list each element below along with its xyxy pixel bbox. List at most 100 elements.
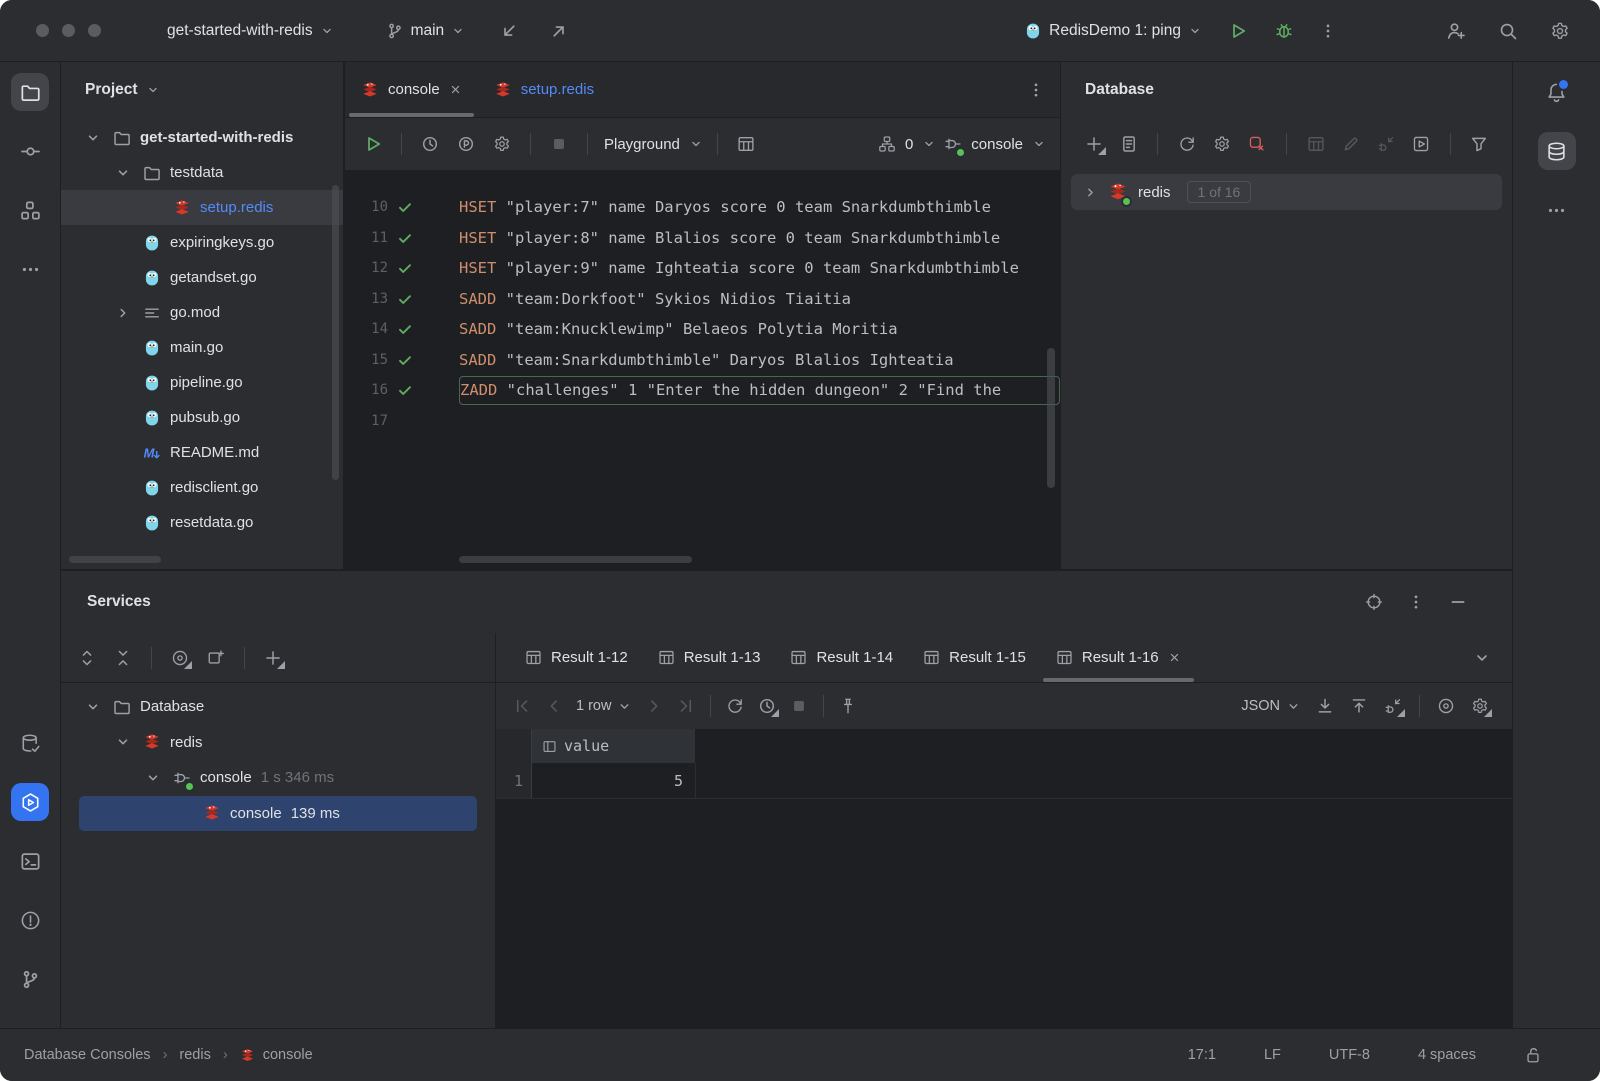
result-view-options-button[interactable]: [1432, 692, 1460, 720]
close-tab-icon[interactable]: [449, 83, 462, 96]
reload-page-button[interactable]: [721, 692, 749, 720]
pin-tab-button[interactable]: [834, 692, 862, 720]
attach-console-button[interactable]: [1373, 130, 1398, 158]
lock-open-icon[interactable]: [1524, 1046, 1542, 1064]
export-data-button[interactable]: [1311, 692, 1339, 720]
project-tree-item-setup-redis[interactable]: setup.redis: [61, 190, 343, 225]
column-header-value[interactable]: value: [532, 729, 696, 763]
editor-line-11[interactable]: 11HSET "player:8" name Blalios score 0 t…: [345, 223, 1060, 254]
services-options-button[interactable]: [1402, 588, 1430, 616]
project-tree-item-resetdata-go[interactable]: resetdata.go: [61, 505, 343, 540]
modify-button[interactable]: [1338, 130, 1363, 158]
disconnect-button[interactable]: [1245, 130, 1270, 158]
chevron-down-icon[interactable]: [145, 770, 163, 786]
datasource-row-redis[interactable]: redis 1 of 16: [1071, 174, 1502, 210]
code-with-me-button[interactable]: [1442, 17, 1470, 45]
previous-page-button[interactable]: [540, 692, 568, 720]
chevron-down-icon[interactable]: [85, 699, 103, 715]
search-everywhere-button[interactable]: [1494, 17, 1522, 45]
project-tree-item-redisclient-go[interactable]: redisclient.go: [61, 470, 343, 505]
project-selector[interactable]: get-started-with-redis: [167, 22, 334, 40]
result-settings-button[interactable]: [1466, 692, 1494, 720]
project-tree-item-pubsub-go[interactable]: pubsub.go: [61, 400, 343, 435]
tool-database-consoles-button[interactable]: [11, 724, 49, 762]
table-row[interactable]: 15: [496, 763, 1512, 799]
add-service-button[interactable]: [259, 644, 287, 672]
scroll-to-source-button[interactable]: [1360, 588, 1388, 616]
editor-line-15[interactable]: 15SADD "team:Snarkdumbthimble" Daryos Bl…: [345, 345, 1060, 376]
run-button[interactable]: [1224, 17, 1252, 45]
breadcrumb-item-console[interactable]: console: [240, 1047, 313, 1063]
page-size-selector[interactable]: 1 row: [576, 698, 632, 714]
expand-all-button[interactable]: [73, 644, 101, 672]
project-tree-item-go-mod[interactable]: go.mod: [61, 295, 343, 330]
import-data-button[interactable]: [1345, 692, 1373, 720]
datasource-properties-button[interactable]: [1116, 130, 1141, 158]
chevron-right-icon[interactable]: [115, 305, 133, 321]
tool-terminal-button[interactable]: [11, 842, 49, 880]
result-tab-result-1-12[interactable]: Result 1-12: [510, 633, 643, 682]
services-tree-item-console[interactable]: console1 s 346 ms: [61, 760, 495, 796]
new-datasource-button[interactable]: [1081, 130, 1106, 158]
tool-problems-button[interactable]: [11, 901, 49, 939]
editor-tab-console[interactable]: console: [345, 62, 478, 117]
close-tab-icon[interactable]: [1168, 651, 1181, 664]
editor-line-17[interactable]: 17: [345, 406, 1060, 437]
result-history-button[interactable]: [753, 692, 781, 720]
zoom-window-button[interactable]: [88, 24, 101, 37]
editor-horizontal-scrollbar[interactable]: [459, 556, 692, 563]
hide-services-button[interactable]: [1444, 588, 1472, 616]
project-tree-item-pipeline-go[interactable]: pipeline.go: [61, 365, 343, 400]
jump-to-console-button[interactable]: [1409, 130, 1434, 158]
session-selector[interactable]: console: [944, 135, 1046, 153]
line-separator[interactable]: LF: [1264, 1047, 1281, 1063]
project-tree-item-getandset-go[interactable]: getandset.go: [61, 260, 343, 295]
execution-history-button[interactable]: [416, 130, 444, 158]
editor-tab-options-button[interactable]: [1022, 76, 1050, 104]
services-tree-item-redis[interactable]: redis: [61, 725, 495, 761]
database-settings-button[interactable]: [1210, 130, 1235, 158]
open-in-new-tab-button[interactable]: [202, 644, 230, 672]
data-extractor-selector[interactable]: JSON: [1241, 698, 1301, 714]
project-tree-item-readme-md[interactable]: MREADME.md: [61, 435, 343, 470]
breadcrumb-item-redis[interactable]: redis: [179, 1047, 210, 1063]
chevron-down-icon[interactable]: [115, 734, 133, 750]
breadcrumb-item-database-consoles[interactable]: Database Consoles: [24, 1047, 151, 1063]
more-run-actions-button[interactable]: [1314, 17, 1342, 45]
indent-style[interactable]: 4 spaces: [1418, 1047, 1476, 1063]
project-tree-item-testdata[interactable]: testdata: [61, 155, 343, 190]
debug-button[interactable]: [1270, 17, 1298, 45]
result-tab-result-1-16[interactable]: Result 1-16: [1041, 633, 1196, 682]
settings-button[interactable]: [1546, 17, 1574, 45]
next-page-button[interactable]: [640, 692, 668, 720]
editor-content[interactable]: 10HSET "player:7" name Daryos score 0 te…: [345, 170, 1060, 569]
project-tree-item-main-go[interactable]: main.go: [61, 330, 343, 365]
project-horizontal-scrollbar[interactable]: [69, 556, 161, 563]
chevron-down-icon[interactable]: [115, 165, 133, 181]
project-panel-header[interactable]: Project: [61, 62, 343, 118]
editor-line-16[interactable]: 16ZADD "challenges" 1 "Enter the hidden …: [345, 375, 1060, 406]
minimize-window-button[interactable]: [62, 24, 75, 37]
editor-tab-setup-redis[interactable]: setup.redis: [478, 62, 610, 117]
parameters-button[interactable]: [452, 130, 480, 158]
close-window-button[interactable]: [36, 24, 49, 37]
tx-isolation-selector[interactable]: 0: [878, 135, 936, 153]
view-options-button[interactable]: [166, 644, 194, 672]
editor-line-10[interactable]: 10HSET "player:7" name Daryos score 0 te…: [345, 192, 1060, 223]
collapse-all-button[interactable]: [109, 644, 137, 672]
last-page-button[interactable]: [672, 692, 700, 720]
caret-position[interactable]: 17:1: [1188, 1047, 1216, 1063]
project-vertical-scrollbar[interactable]: [332, 185, 339, 480]
editor-line-13[interactable]: 13SADD "team:Dorkfoot" Sykios Nidios Tia…: [345, 284, 1060, 315]
attach-session-button[interactable]: [1379, 692, 1407, 720]
services-tree-item-console[interactable]: console139 ms: [79, 796, 477, 832]
stop-query-button[interactable]: [785, 692, 813, 720]
result-tab-result-1-14[interactable]: Result 1-14: [775, 633, 908, 682]
branch-selector[interactable]: main: [386, 22, 466, 40]
filter-button[interactable]: [1467, 130, 1492, 158]
refresh-button[interactable]: [1174, 130, 1199, 158]
tool-commit-button[interactable]: [11, 132, 49, 170]
tool-services-button[interactable]: [11, 783, 49, 821]
open-results-in-editor-button[interactable]: [732, 130, 760, 158]
update-project-button[interactable]: [495, 17, 523, 45]
